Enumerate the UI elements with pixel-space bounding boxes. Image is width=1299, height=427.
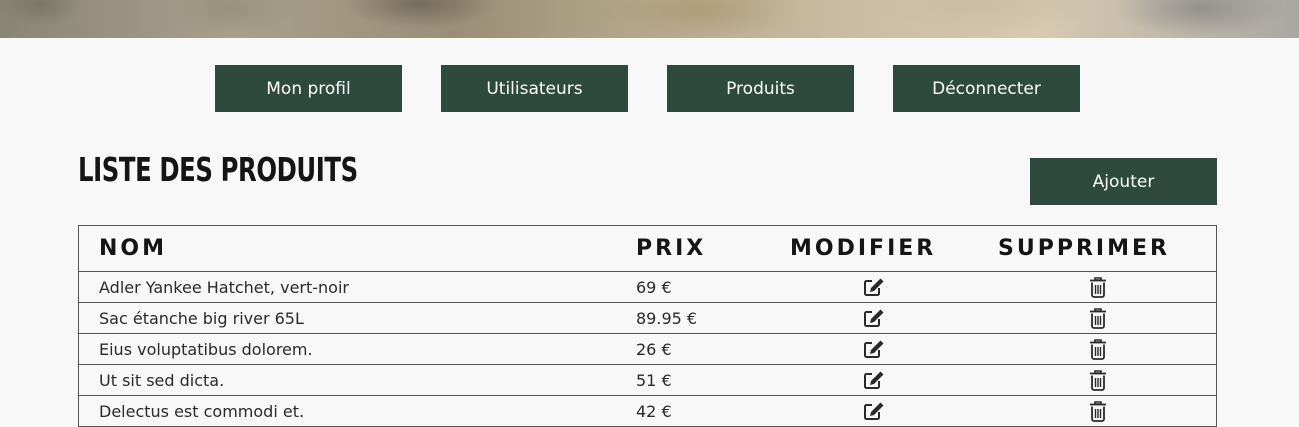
edit-icon[interactable] (862, 303, 886, 333)
column-header-price: PRIX (636, 236, 707, 261)
product-name: Adler Yankee Hatchet, vert-noir (99, 277, 349, 297)
table-row: Ut sit sed dicta. 51 € (79, 365, 1216, 396)
edit-icon[interactable] (862, 272, 886, 302)
trash-icon[interactable] (1086, 396, 1110, 426)
product-price: 69 € (636, 277, 672, 297)
table-row: Sac étanche big river 65L 89.95 € (79, 303, 1216, 334)
trash-icon[interactable] (1086, 365, 1110, 395)
nav-products-button[interactable]: Produits (667, 65, 854, 112)
table-row: Delectus est commodi et. 42 € (79, 396, 1216, 427)
table-header-row: NOM PRIX MODIFIER SUPPRIMER (79, 226, 1216, 272)
edit-icon[interactable] (862, 334, 886, 364)
nav-users-button[interactable]: Utilisateurs (441, 65, 628, 112)
edit-icon[interactable] (862, 365, 886, 395)
products-table: NOM PRIX MODIFIER SUPPRIMER Adler Yankee… (78, 225, 1217, 427)
column-header-name: NOM (99, 236, 168, 261)
edit-icon[interactable] (862, 396, 886, 426)
product-price: 51 € (636, 370, 672, 390)
add-product-button[interactable]: Ajouter (1030, 158, 1217, 205)
page-title: LISTE DES PRODUITS (78, 150, 358, 189)
product-price: 42 € (636, 401, 672, 421)
product-name: Sac étanche big river 65L (99, 308, 304, 328)
table-row: Eius voluptatibus dolorem. 26 € (79, 334, 1216, 365)
table-row: Adler Yankee Hatchet, vert-noir 69 € (79, 272, 1216, 303)
product-price: 26 € (636, 339, 672, 359)
nav-profile-button[interactable]: Mon profil (215, 65, 402, 112)
product-price: 89.95 € (636, 308, 698, 328)
column-header-edit: MODIFIER (790, 236, 937, 261)
trash-icon[interactable] (1086, 303, 1110, 333)
trash-icon[interactable] (1086, 272, 1110, 302)
nav-logout-button[interactable]: Déconnecter (893, 65, 1080, 112)
trash-icon[interactable] (1086, 334, 1110, 364)
column-header-delete: SUPPRIMER (998, 236, 1170, 261)
product-name: Eius voluptatibus dolorem. (99, 339, 313, 359)
header-banner-image (0, 0, 1299, 38)
product-name: Ut sit sed dicta. (99, 370, 225, 390)
product-name: Delectus est commodi et. (99, 401, 305, 421)
